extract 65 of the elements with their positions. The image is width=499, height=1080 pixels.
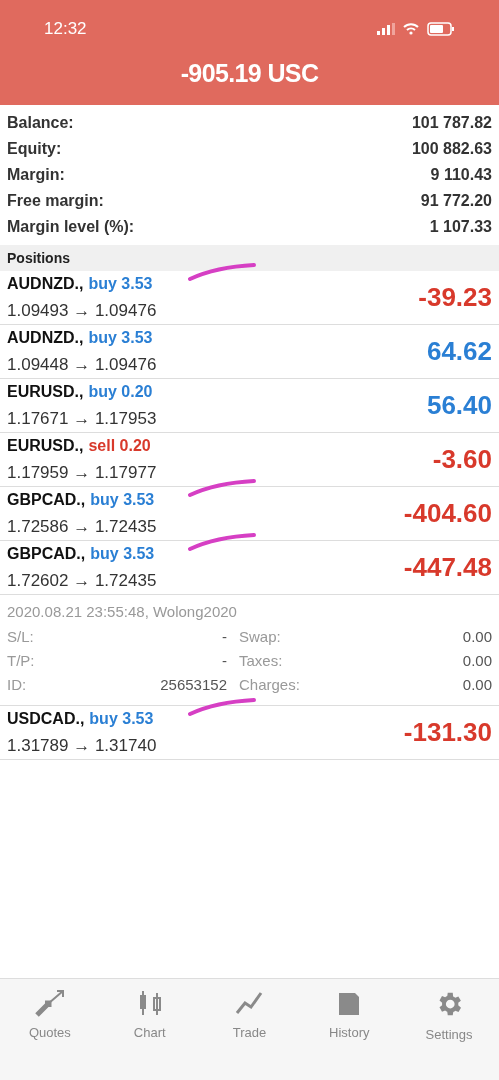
detail-label: Swap: bbox=[239, 626, 282, 647]
detail-value: 0.00 bbox=[462, 674, 492, 695]
section-header: Positions bbox=[0, 245, 499, 271]
symbol: AUDNZD., bbox=[7, 327, 84, 348]
summary-value: 100 882.63 bbox=[411, 139, 492, 159]
arrows-icon bbox=[34, 989, 65, 1017]
summary-value: 101 787.82 bbox=[411, 113, 492, 133]
detail-label: T/P: bbox=[7, 650, 36, 671]
price-range: 1.17671 → 1.17953 bbox=[7, 407, 157, 430]
open-time: 2020.08.21 23:55:48, Wolong2020 bbox=[7, 602, 238, 622]
position-row[interactable]: GBPCAD., buy 3.53 1.72602 → 1.72435 -447.48 bbox=[0, 541, 499, 595]
symbol: GBPCAD., bbox=[7, 489, 86, 510]
profit-value: -404.60 bbox=[403, 497, 492, 530]
price-range: 1.09448 → 1.09476 bbox=[7, 353, 157, 376]
detail-label: ID: bbox=[7, 674, 28, 695]
symbol: USDCAD., bbox=[7, 708, 85, 729]
symbol: EURUSD., bbox=[7, 435, 84, 456]
price-range: 1.72586 → 1.72435 bbox=[7, 515, 157, 538]
price-range: 1.31789 → 1.31740 bbox=[7, 734, 157, 757]
position-row[interactable]: USDCAD., buy 3.53 1.31789 → 1.31740 -131.30 bbox=[0, 706, 499, 760]
position-row[interactable]: EURUSD., sell 0.20 1.17959 → 1.17977 -3.60 bbox=[0, 433, 499, 487]
clock: 12:32 bbox=[44, 18, 87, 40]
position-row[interactable]: AUDNZD., buy 3.53 1.09493 → 1.09476 -39.23 bbox=[0, 271, 499, 325]
summary-label: Margin level (%): bbox=[7, 217, 135, 237]
summary-value: 1 107.33 bbox=[429, 217, 492, 237]
profit-value: -3.60 bbox=[432, 443, 492, 476]
order-type: buy 3.53 bbox=[88, 327, 153, 348]
detail-value: 0.00 bbox=[462, 626, 492, 647]
signal-icon bbox=[377, 22, 395, 35]
order-type: buy 3.53 bbox=[88, 273, 153, 294]
detail-label: Taxes: bbox=[239, 650, 284, 671]
detail-value: 25653152 bbox=[159, 674, 227, 695]
profit-value: -447.48 bbox=[403, 551, 492, 584]
profit-value: -131.30 bbox=[403, 716, 492, 749]
summary-label: Equity: bbox=[7, 139, 62, 159]
summary-label: Free margin: bbox=[7, 191, 104, 211]
order-type: buy 3.53 bbox=[90, 489, 155, 510]
summary-label: Balance: bbox=[7, 113, 74, 133]
detail-value: 0.00 bbox=[462, 650, 492, 671]
wifi-icon bbox=[403, 22, 419, 35]
summary-value: 9 110.43 bbox=[430, 165, 492, 185]
symbol: AUDNZD., bbox=[7, 273, 84, 294]
profit-value: 56.40 bbox=[426, 389, 492, 422]
total-profit: -905.19 USC bbox=[180, 57, 319, 89]
detail-label: S/L: bbox=[7, 626, 35, 647]
position-row[interactable]: EURUSD., buy 0.20 1.17671 → 1.17953 56.40 bbox=[0, 379, 499, 433]
detail-label: Charges: bbox=[239, 674, 301, 695]
price-range: 1.09493 → 1.09476 bbox=[7, 299, 157, 322]
detail-value: - bbox=[221, 626, 227, 647]
order-type: sell 0.20 bbox=[88, 435, 151, 456]
summary-label: Margin: bbox=[7, 165, 65, 185]
price-range: 1.72602 → 1.72435 bbox=[7, 569, 157, 592]
profit-value: 64.62 bbox=[426, 335, 492, 368]
order-type: buy 3.53 bbox=[90, 543, 155, 564]
battery-icon bbox=[427, 21, 455, 36]
detail-value: - bbox=[221, 650, 227, 671]
order-type: buy 0.20 bbox=[88, 381, 153, 402]
position-row[interactable]: AUDNZD., buy 3.53 1.09448 → 1.09476 64.62 bbox=[0, 325, 499, 379]
profit-value: -39.23 bbox=[418, 281, 492, 314]
summary-value: 91 772.20 bbox=[420, 191, 492, 211]
price-range: 1.17959 → 1.17977 bbox=[7, 461, 157, 484]
order-type: buy 3.53 bbox=[89, 708, 154, 729]
symbol: GBPCAD., bbox=[7, 543, 86, 564]
position-row[interactable]: GBPCAD., buy 3.53 1.72586 → 1.72435 -404.60 bbox=[0, 487, 499, 541]
symbol: EURUSD., bbox=[7, 381, 84, 402]
